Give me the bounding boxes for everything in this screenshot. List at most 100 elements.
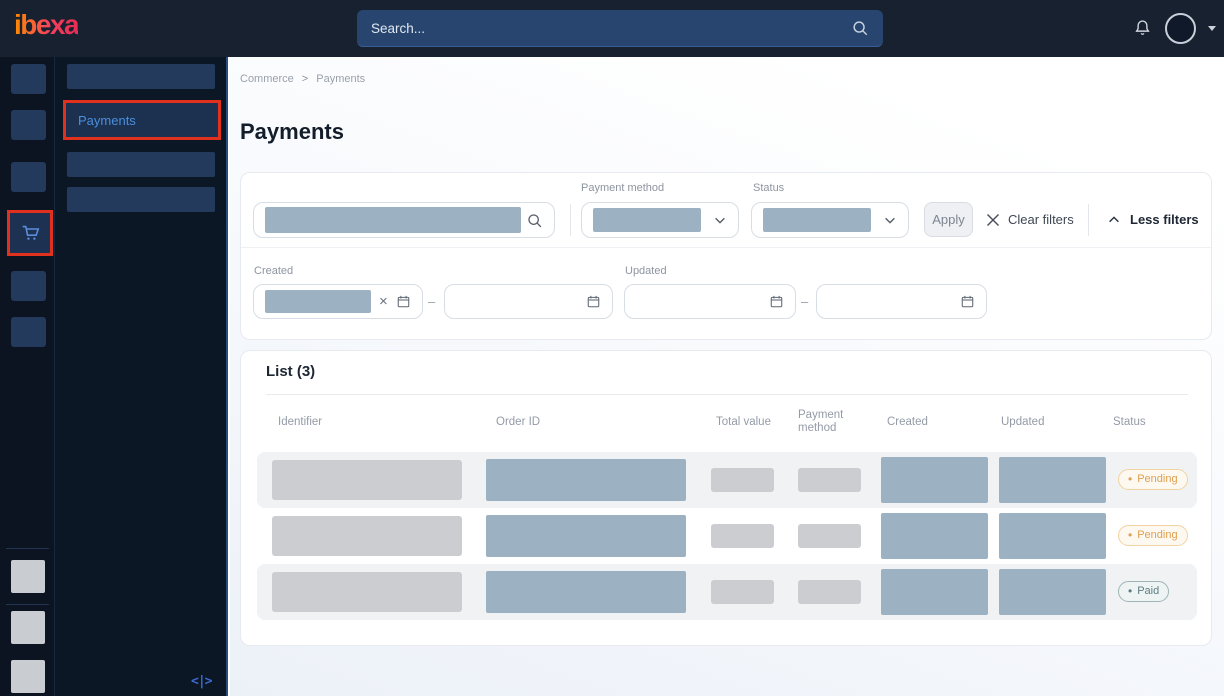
redacted-identifier (272, 516, 462, 556)
filter-divider (570, 204, 571, 236)
redacted-order-id (486, 459, 686, 501)
collapse-sidebar-icon[interactable]: <|> (191, 674, 211, 689)
redacted-updated-date (999, 457, 1106, 503)
redacted-total-value (711, 524, 774, 548)
submenu-item-1[interactable] (67, 64, 215, 89)
nav-rail-item-3[interactable] (11, 162, 46, 192)
payment-method-select[interactable] (581, 202, 739, 238)
breadcrumb-separator: > (302, 73, 308, 85)
redacted-payment-method (798, 580, 861, 604)
global-search[interactable] (357, 10, 883, 47)
less-filters-label: Less filters (1130, 212, 1199, 227)
nav-rail-item-commerce[interactable] (7, 210, 53, 256)
redacted-total-value (711, 580, 774, 604)
global-search-input[interactable] (371, 21, 851, 36)
updated-label: Updated (625, 265, 667, 277)
notifications-bell-icon[interactable] (1132, 18, 1153, 39)
redacted-payment-method (798, 468, 861, 492)
status-dot-icon: • (1128, 529, 1132, 541)
redacted-select-value (593, 208, 701, 232)
redacted-total-value (711, 468, 774, 492)
column-header-identifier: Identifier (278, 416, 322, 428)
calendar-icon[interactable] (960, 294, 975, 309)
status-badge: • Pending (1118, 469, 1188, 490)
status-dot-icon: • (1128, 473, 1132, 485)
close-icon (986, 213, 1000, 227)
created-label: Created (254, 265, 293, 277)
redacted-search-value (265, 207, 521, 233)
redacted-order-id (486, 571, 686, 613)
created-to-date-input[interactable] (444, 284, 613, 319)
redacted-updated-date (999, 513, 1106, 559)
user-avatar[interactable] (1165, 13, 1196, 44)
nav-rail-item-5[interactable] (11, 271, 46, 301)
redacted-identifier (272, 460, 462, 500)
status-dot-icon: • (1128, 585, 1132, 597)
created-from-date-input[interactable]: × (253, 284, 423, 319)
filter-section-divider (241, 247, 1211, 248)
redacted-payment-method (798, 524, 861, 548)
redacted-order-id (486, 515, 686, 557)
payment-method-label: Payment method (581, 182, 664, 194)
chevron-up-icon (1107, 213, 1121, 227)
topbar: ibexa (0, 0, 1224, 57)
calendar-icon[interactable] (396, 294, 411, 309)
breadcrumb-current: Payments (316, 73, 365, 85)
chevron-down-icon (713, 213, 727, 227)
calendar-icon[interactable] (586, 294, 601, 309)
submenu-item-4[interactable] (67, 187, 215, 212)
search-icon (851, 19, 869, 37)
column-header-total-value: Total value (716, 416, 771, 428)
status-select[interactable] (751, 202, 909, 238)
nav-rail-item-2[interactable] (11, 110, 46, 140)
date-range-dash: – (428, 284, 435, 319)
redacted-identifier (272, 572, 462, 612)
payment-row-3[interactable]: • Paid (257, 564, 1197, 620)
status-badge-label: Paid (1137, 585, 1159, 597)
payment-row-2[interactable]: • Pending (257, 508, 1197, 564)
nav-rail-bottom-item-1[interactable] (11, 560, 45, 593)
payment-row-1[interactable]: • Pending (257, 452, 1197, 508)
redacted-select-value (763, 208, 871, 232)
nav-rail-item-1[interactable] (11, 64, 46, 94)
updated-from-date-input[interactable] (624, 284, 796, 319)
column-header-order-id: Order ID (496, 416, 540, 428)
updated-to-date-input[interactable] (816, 284, 987, 319)
status-label: Status (753, 182, 784, 194)
status-badge: • Paid (1118, 581, 1169, 602)
submenu-item-3[interactable] (67, 152, 215, 177)
clear-filters-label: Clear filters (1008, 212, 1074, 227)
column-header-created: Created (887, 416, 928, 428)
breadcrumb-commerce[interactable]: Commerce (240, 73, 294, 85)
submenu-item-payments[interactable]: Payments (63, 100, 221, 140)
status-badge-label: Pending (1137, 529, 1177, 541)
page-title: Payments (240, 119, 344, 145)
nav-rail-bottom-item-3[interactable] (11, 660, 45, 693)
column-header-updated: Updated (1001, 416, 1044, 428)
nav-rail-bottom-item-2[interactable] (11, 611, 45, 644)
filters-panel: Payment method Status Apply (240, 172, 1212, 340)
payments-list-panel: List (3) Identifier Order ID Total value… (240, 350, 1212, 646)
less-filters-toggle[interactable]: Less filters (1107, 202, 1199, 237)
clear-date-icon[interactable]: × (379, 294, 388, 309)
user-menu-caret-icon[interactable] (1208, 26, 1216, 31)
rail-divider (6, 604, 49, 605)
redacted-created-date (881, 569, 988, 615)
ibexa-logo[interactable]: ibexa (14, 9, 78, 41)
redacted-created-date (881, 513, 988, 559)
status-badge: • Pending (1118, 525, 1188, 546)
chevron-down-icon (883, 213, 897, 227)
list-divider (266, 394, 1188, 395)
column-header-status: Status (1113, 416, 1146, 428)
clear-filters-button[interactable]: Clear filters (986, 202, 1074, 237)
status-badge-label: Pending (1137, 473, 1177, 485)
apply-button[interactable]: Apply (924, 202, 973, 237)
search-icon (526, 212, 543, 229)
calendar-icon[interactable] (769, 294, 784, 309)
main-content: Commerce > Payments Payments Payment met… (230, 57, 1224, 696)
redacted-created-date (881, 457, 988, 503)
redacted-updated-date (999, 569, 1106, 615)
filter-search-input[interactable] (253, 202, 555, 238)
nav-rail-item-6[interactable] (11, 317, 46, 347)
list-title: List (3) (266, 363, 315, 380)
